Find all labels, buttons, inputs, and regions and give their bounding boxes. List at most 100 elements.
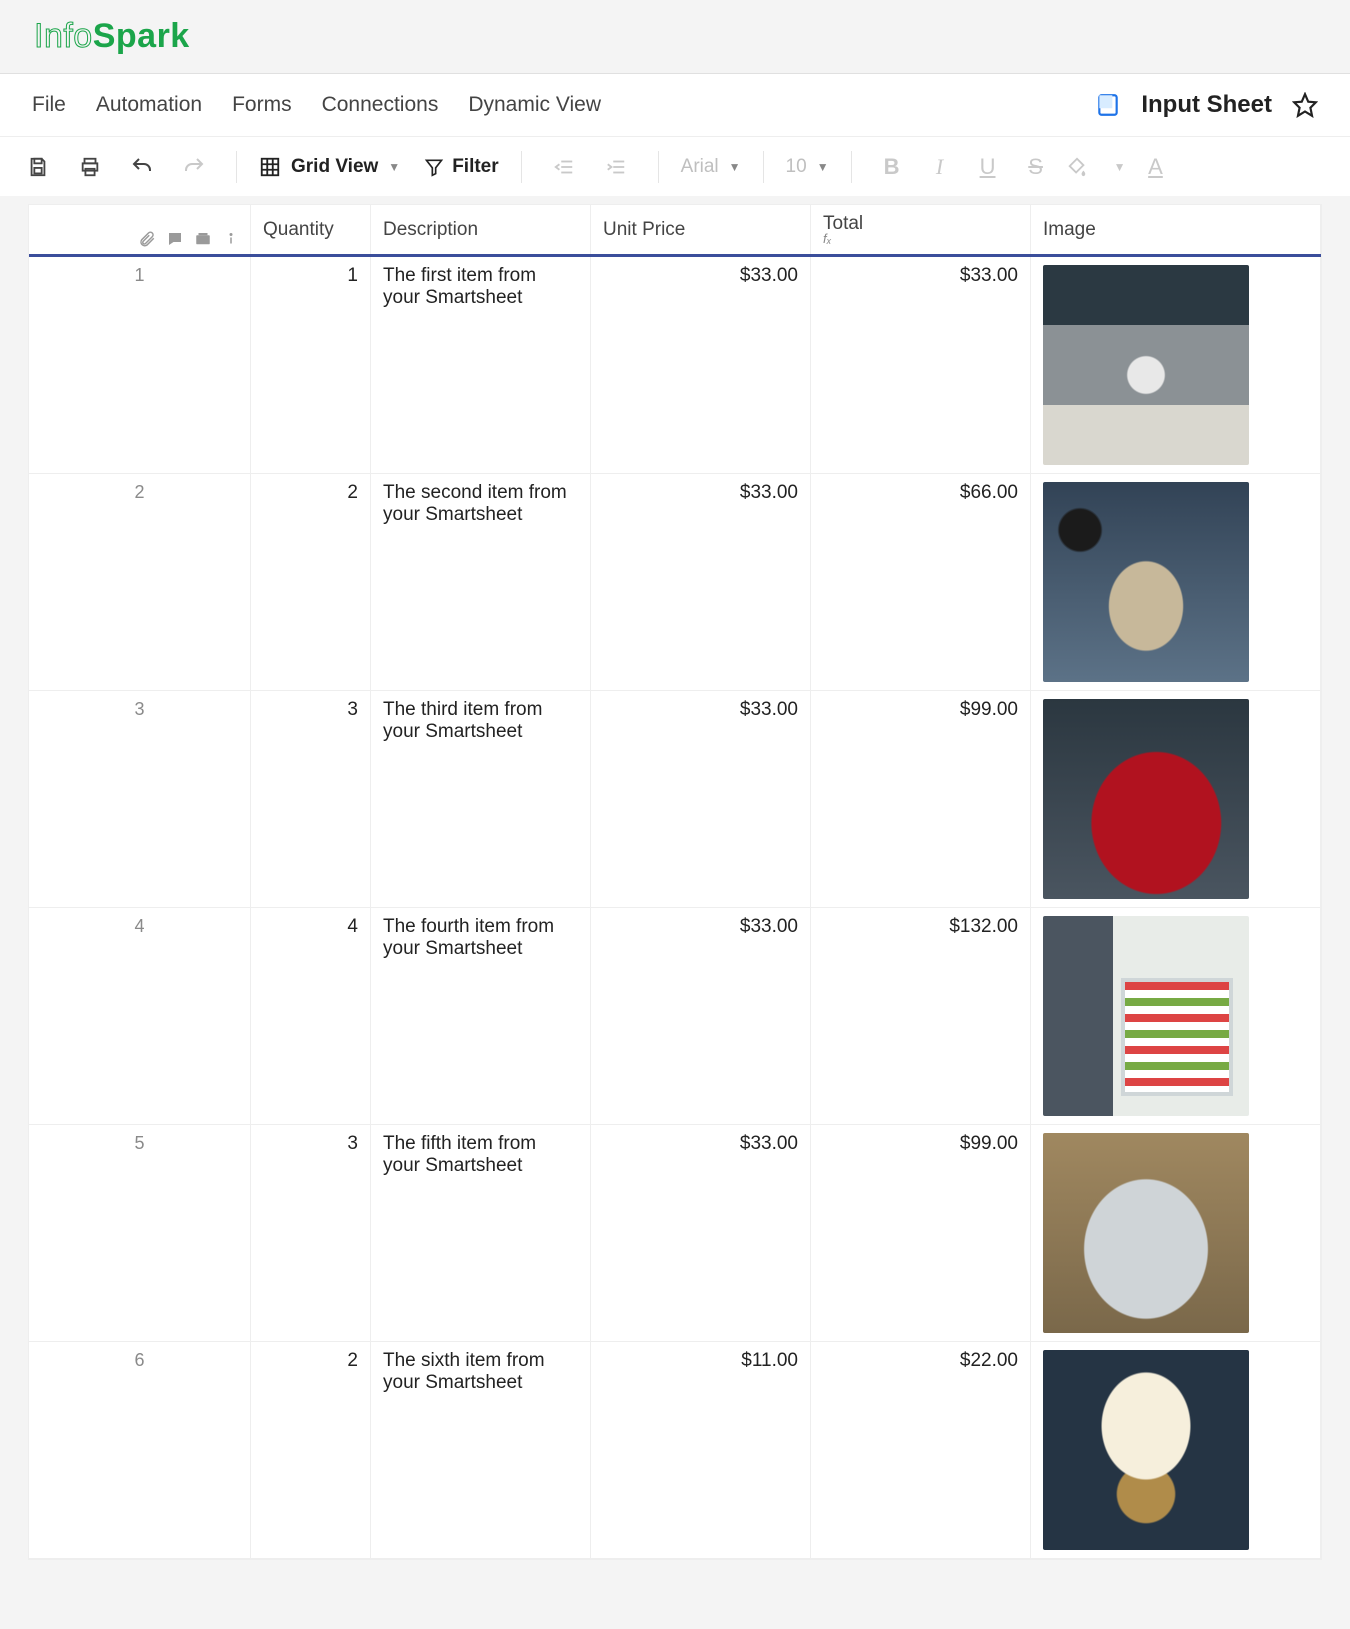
header-image-label: Image — [1043, 219, 1308, 241]
outdent-icon[interactable] — [544, 147, 584, 187]
brand-part1: Info — [34, 17, 93, 55]
row-number[interactable]: 1 — [29, 257, 251, 473]
menu-forms[interactable]: Forms — [232, 93, 292, 117]
underline-icon[interactable]: U — [970, 154, 1006, 180]
sheet-icon — [1095, 92, 1121, 118]
menu-connections[interactable]: Connections — [322, 93, 439, 117]
cell-description[interactable]: The fourth item from your Smartsheet — [371, 908, 591, 1124]
indent-icon[interactable] — [596, 147, 636, 187]
cell-description[interactable]: The third item from your Smartsheet — [371, 691, 591, 907]
menu-bar: File Automation Forms Connections Dynami… — [0, 74, 1350, 136]
grid-icon — [259, 156, 281, 178]
header-total[interactable]: Total fₓ — [811, 205, 1031, 254]
cell-description[interactable]: The second item from your Smartsheet — [371, 474, 591, 690]
filter-button[interactable]: Filter — [424, 156, 498, 178]
cell-quantity[interactable]: 3 — [251, 691, 371, 907]
product-image[interactable] — [1043, 699, 1249, 899]
header-unit-price-label: Unit Price — [603, 219, 798, 241]
cell-quantity[interactable]: 2 — [251, 1342, 371, 1558]
text-color-icon[interactable]: A — [1137, 154, 1173, 180]
product-image[interactable] — [1043, 1133, 1249, 1333]
product-image[interactable] — [1043, 482, 1249, 682]
filter-icon — [424, 157, 444, 177]
header-row: Quantity Description Unit Price Total fₓ… — [29, 205, 1321, 257]
cell-total[interactable]: $22.00 — [811, 1342, 1031, 1558]
menu-dynamic-view[interactable]: Dynamic View — [468, 93, 601, 117]
sheet-title[interactable]: Input Sheet — [1141, 91, 1272, 119]
header-quantity-label: Quantity — [263, 219, 358, 241]
cell-total[interactable]: $33.00 — [811, 257, 1031, 473]
font-family-select[interactable]: Arial ▼ — [681, 156, 741, 178]
header-quantity[interactable]: Quantity — [251, 205, 371, 254]
row-number[interactable]: 5 — [29, 1125, 251, 1341]
product-image[interactable] — [1043, 265, 1249, 465]
chevron-down-icon: ▼ — [817, 160, 829, 174]
header-description[interactable]: Description — [371, 205, 591, 254]
table-row[interactable]: 22The second item from your Smartsheet$3… — [29, 474, 1321, 691]
cell-unit-price[interactable]: $33.00 — [591, 908, 811, 1124]
font-name: Arial — [681, 156, 719, 178]
view-switcher[interactable]: Grid View ▼ — [259, 156, 400, 178]
comment-icon[interactable] — [166, 230, 184, 248]
font-size: 10 — [786, 156, 807, 178]
row-number[interactable]: 4 — [29, 908, 251, 1124]
favorite-star-icon[interactable] — [1292, 92, 1318, 118]
strikethrough-icon[interactable]: S — [1018, 154, 1054, 180]
view-label: Grid View — [291, 156, 378, 178]
header-image[interactable]: Image — [1031, 205, 1321, 254]
attachment-icon[interactable] — [138, 230, 156, 248]
row-number[interactable]: 2 — [29, 474, 251, 690]
bold-icon[interactable]: B — [874, 154, 910, 180]
fill-color-icon[interactable] — [1066, 156, 1102, 178]
cell-description[interactable]: The fifth item from your Smartsheet — [371, 1125, 591, 1341]
formula-indicator-icon: fₓ — [823, 231, 1018, 246]
cell-image[interactable] — [1031, 1125, 1321, 1341]
cell-unit-price[interactable]: $11.00 — [591, 1342, 811, 1558]
table-row[interactable]: 33The third item from your Smartsheet$33… — [29, 691, 1321, 908]
proof-icon[interactable] — [194, 230, 212, 248]
table-row[interactable]: 44The fourth item from your Smartsheet$3… — [29, 908, 1321, 1125]
toolbar-separator — [851, 151, 852, 183]
cell-quantity[interactable]: 1 — [251, 257, 371, 473]
cell-total[interactable]: $99.00 — [811, 1125, 1031, 1341]
cell-unit-price[interactable]: $33.00 — [591, 1125, 811, 1341]
cell-image[interactable] — [1031, 691, 1321, 907]
cell-total[interactable]: $66.00 — [811, 474, 1031, 690]
chevron-down-icon[interactable]: ▼ — [1114, 160, 1126, 174]
menu-file[interactable]: File — [32, 93, 66, 117]
cell-unit-price[interactable]: $33.00 — [591, 257, 811, 473]
cell-unit-price[interactable]: $33.00 — [591, 691, 811, 907]
font-size-select[interactable]: 10 ▼ — [786, 156, 829, 178]
brand-logo: InfoSpark — [34, 17, 190, 56]
row-number[interactable]: 3 — [29, 691, 251, 907]
redo-icon[interactable] — [174, 147, 214, 187]
undo-icon[interactable] — [122, 147, 162, 187]
cell-image[interactable] — [1031, 474, 1321, 690]
cell-quantity[interactable]: 4 — [251, 908, 371, 1124]
cell-quantity[interactable]: 3 — [251, 1125, 371, 1341]
cell-description[interactable]: The sixth item from your Smartsheet — [371, 1342, 591, 1558]
table-row[interactable]: 11The first item from your Smartsheet$33… — [29, 257, 1321, 474]
table-row[interactable]: 53The fifth item from your Smartsheet$33… — [29, 1125, 1321, 1342]
cell-total[interactable]: $99.00 — [811, 691, 1031, 907]
print-icon[interactable] — [70, 147, 110, 187]
save-icon[interactable] — [18, 147, 58, 187]
header-unit-price[interactable]: Unit Price — [591, 205, 811, 254]
product-image[interactable] — [1043, 916, 1249, 1116]
cell-image[interactable] — [1031, 908, 1321, 1124]
row-number[interactable]: 6 — [29, 1342, 251, 1558]
table-row[interactable]: 62The sixth item from your Smartsheet$11… — [29, 1342, 1321, 1559]
cell-total[interactable]: $132.00 — [811, 908, 1031, 1124]
cell-image[interactable] — [1031, 257, 1321, 473]
menu-automation[interactable]: Automation — [96, 93, 202, 117]
cell-quantity[interactable]: 2 — [251, 474, 371, 690]
cell-image[interactable] — [1031, 1342, 1321, 1558]
info-icon[interactable] — [222, 230, 240, 248]
italic-icon[interactable]: I — [922, 154, 958, 180]
brand-bar: InfoSpark — [0, 0, 1350, 74]
cell-unit-price[interactable]: $33.00 — [591, 474, 811, 690]
grid: Quantity Description Unit Price Total fₓ… — [28, 204, 1322, 1560]
cell-description[interactable]: The first item from your Smartsheet — [371, 257, 591, 473]
chevron-down-icon: ▼ — [729, 160, 741, 174]
product-image[interactable] — [1043, 1350, 1249, 1550]
